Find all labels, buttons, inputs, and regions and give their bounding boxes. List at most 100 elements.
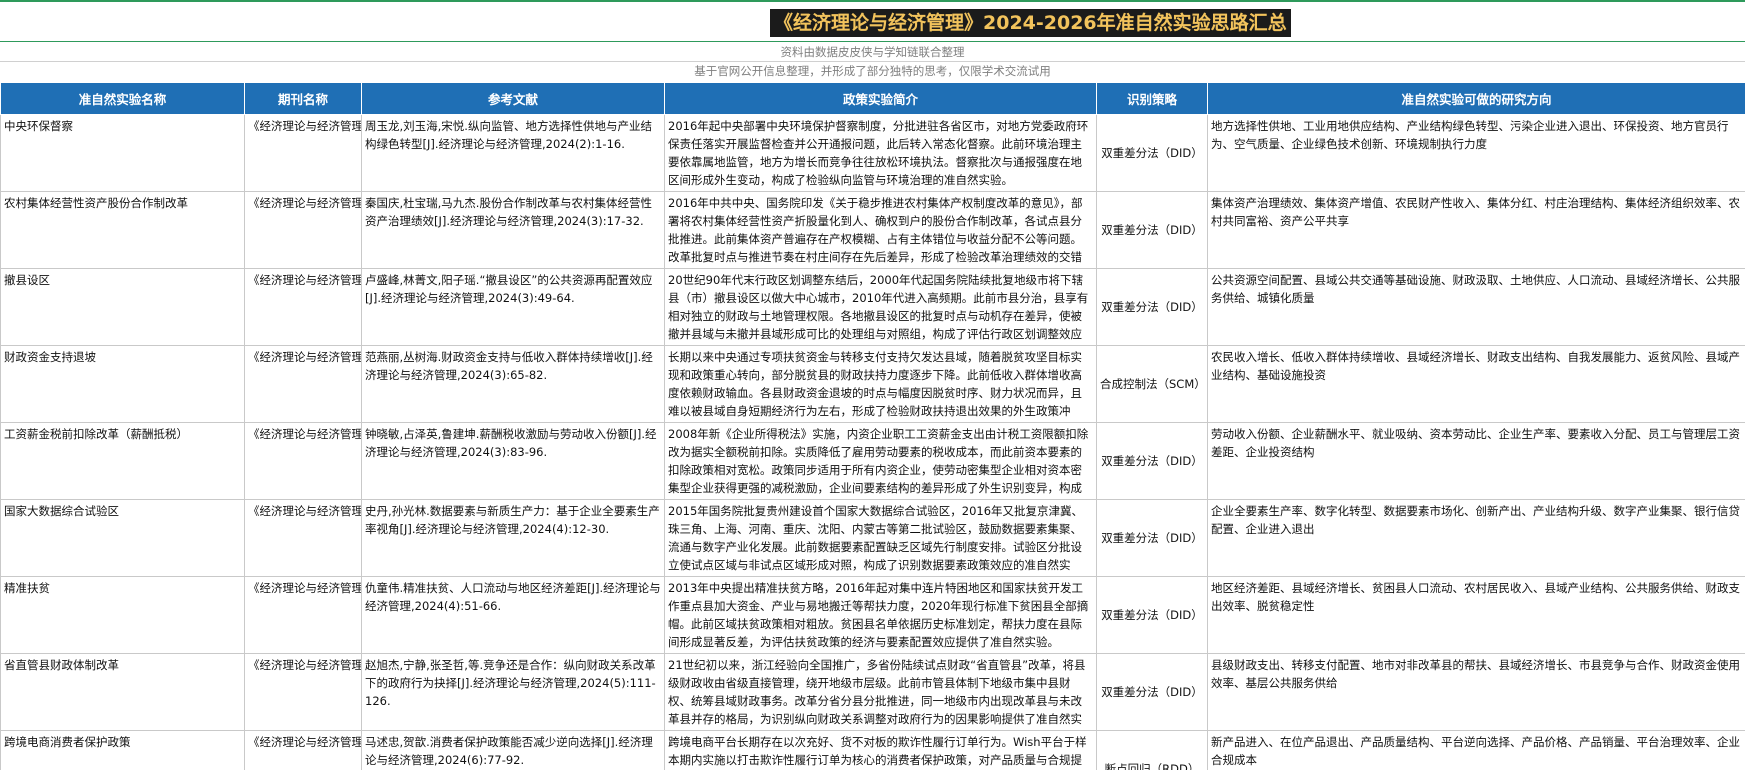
cell-name[interactable]: 中央环保督察 [0,114,245,192]
cell-reference-text: 卢盛峰,林菁文,阳子瑶.“撤县设区”的公共资源再配置效应[J].经济理论与经济管… [365,273,653,305]
cell-reference[interactable]: 钟晓敏,占泽英,鲁建坤.薪酬税收激励与劳动收入份额[J].经济理论与经济管理,2… [361,422,665,500]
cell-journal[interactable]: 《经济理论与经济管理》 [244,422,362,500]
table-row: 国家大数据综合试验区 《经济理论与经济管理》 史丹,孙光林.数据要素与新质生产力… [0,499,1745,577]
cell-intro-text: 2015年国务院批复贵州建设首个国家大数据综合试验区，2016年又批复京津冀、珠… [668,504,1084,572]
cell-intro-text: 20世纪90年代末行政区划调整东结后，2000年代起国务院陆续批复地级市将下辖县… [668,273,1089,341]
cell-journal[interactable]: 《经济理论与经济管理》 [244,499,362,577]
cell-directions[interactable]: 农民收入增长、低收入群体持续增收、县域经济增长、财政支出结构、自我发展能力、返贫… [1207,345,1745,423]
cell-reference[interactable]: 史丹,孙光林.数据要素与新质生产力：基于企业全要素生产率视角[J].经济理论与经… [361,499,665,577]
cell-name[interactable]: 国家大数据综合试验区 [0,499,245,577]
cell-intro-text: 2008年新《企业所得税法》实施，内资企业职工工资薪金支出由计税工资限额扣除改为… [668,427,1089,495]
cell-directions-text: 劳动收入份额、企业薪酬水平、就业吸纳、资本劳动比、企业生产率、要素收入分配、员工… [1211,427,1740,459]
cell-directions-text: 新产品进入、在位产品退出、产品质量结构、平台逆向选择、产品价格、产品销量、平台治… [1211,735,1740,767]
cell-directions[interactable]: 劳动收入份额、企业薪酬水平、就业吸纳、资本劳动比、企业生产率、要素收入分配、员工… [1207,422,1745,500]
cell-strategy[interactable]: 双重差分法（DID） [1096,422,1208,500]
cell-intro[interactable]: 2016年中共中央、国务院印发《关于稳步推进农村集体产权制度改革的意见》，部署将… [664,191,1097,269]
cell-intro[interactable]: 2015年国务院批复贵州建设首个国家大数据综合试验区，2016年又批复京津冀、珠… [664,499,1097,577]
header-row: 准自然实验名称 期刊名称 参考文献 政策实验简介 识别策略 准自然实验可做的研究… [0,82,1745,115]
cell-name[interactable]: 工资薪金税前扣除改革（薪酬抵税） [0,422,245,500]
table-row: 工资薪金税前扣除改革（薪酬抵税） 《经济理论与经济管理》 钟晓敏,占泽英,鲁建坤… [0,422,1745,500]
cell-journal[interactable]: 《经济理论与经济管理》 [244,576,362,654]
table-row: 中央环保督察 《经济理论与经济管理》 周玉龙,刘玉海,宋悦.纵向监管、地方选择性… [0,114,1745,192]
cell-journal[interactable]: 《经济理论与经济管理》 [244,653,362,731]
table-row: 精准扶贫 《经济理论与经济管理》 仇童伟.精准扶贫、人口流动与地区经济差距[J]… [0,576,1745,654]
cell-intro-text: 21世纪初以来，浙江经验向全国推广，多省份陆续试点财政“省直管县”改革，将县级财… [668,658,1086,726]
cell-intro[interactable]: 跨境电商平台长期存在以次充好、货不对板的欺诈性履行订单行为。Wish平台于样本期… [664,730,1097,770]
cell-reference[interactable]: 赵旭杰,宁静,张圣哲,等.竞争还是合作：纵向财政关系改革下的政府行为抉择[J].… [361,653,665,731]
cell-name[interactable]: 省直管县财政体制改革 [0,653,245,731]
spreadsheet-view: 《经济理论与经济管理》2024-2026年准自然实验思路汇总 资料由数据皮皮侠与… [0,0,1745,770]
cell-directions-text: 地方选择性供地、工业用地供应结构、产业结构绿色转型、污染企业进入退出、环保投资、… [1211,119,1729,151]
table-row: 撤县设区 《经济理论与经济管理》 卢盛峰,林菁文,阳子瑶.“撤县设区”的公共资源… [0,268,1745,346]
cell-intro-text: 跨境电商平台长期存在以次充好、货不对板的欺诈性履行订单行为。Wish平台于样本期… [668,735,1087,767]
cell-strategy[interactable]: 双重差分法（DID） [1096,653,1208,731]
cell-intro-text: 长期以来中央通过专项扶贫资金与转移支付支持欠发达县域，随着脱贫攻坚目标实现和政策… [668,350,1082,418]
cell-intro-text: 2016年起中央部署中央环境保护督察制度，分批进驻各省区市，对地方党委政府环保责… [668,119,1089,187]
cell-name[interactable]: 精准扶贫 [0,576,245,654]
cell-strategy[interactable]: 双重差分法（DID） [1096,114,1208,192]
cell-directions[interactable]: 地方选择性供地、工业用地供应结构、产业结构绿色转型、污染企业进入退出、环保投资、… [1207,114,1745,192]
cell-reference-text: 史丹,孙光林.数据要素与新质生产力：基于企业全要素生产率视角[J].经济理论与经… [365,504,660,536]
cell-name[interactable]: 农村集体经营性资产股份合作制改革 [0,191,245,269]
cell-reference-text: 仇童伟.精准扶贫、人口流动与地区经济差距[J].经济理论与经济管理,2024(4… [365,581,661,613]
experiment-table: 准自然实验名称 期刊名称 参考文献 政策实验简介 识别策略 准自然实验可做的研究… [0,82,1745,770]
table-row: 省直管县财政体制改革 《经济理论与经济管理》 赵旭杰,宁静,张圣哲,等.竞争还是… [0,653,1745,731]
cell-directions[interactable]: 县级财政支出、转移支付配置、地市对非改革县的帮扶、县域经济增长、市县竞争与合作、… [1207,653,1745,731]
cell-journal[interactable]: 《经济理论与经济管理》 [244,114,362,192]
cell-intro[interactable]: 长期以来中央通过专项扶贫资金与转移支付支持欠发达县域，随着脱贫攻坚目标实现和政策… [664,345,1097,423]
col-header-reference[interactable]: 参考文献 [361,82,665,115]
table-row: 财政资金支持退坡 《经济理论与经济管理》 范燕丽,丛树海.财政资金支持与低收入群… [0,345,1745,423]
cell-reference[interactable]: 周玉龙,刘玉海,宋悦.纵向监管、地方选择性供地与产业结构绿色转型[J].经济理论… [361,114,665,192]
col-header-strategy[interactable]: 识别策略 [1096,82,1208,115]
cell-strategy[interactable]: 断点回归（RDD） [1096,730,1208,770]
cell-reference-text: 钟晓敏,占泽英,鲁建坤.薪酬税收激励与劳动收入份额[J].经济理论与经济管理,2… [365,427,657,459]
source-note: 资料由数据皮皮侠与学知链联合整理 [0,43,1745,62]
cell-intro[interactable]: 21世纪初以来，浙江经验向全国推广，多省份陆续试点财政“省直管县”改革，将县级财… [664,653,1097,731]
page-title: 《经济理论与经济管理》2024-2026年准自然实验思路汇总 [770,9,1291,37]
cell-directions-text: 企业全要素生产率、数字化转型、数据要素市场化、创新产出、产业结构升级、数字产业集… [1211,504,1740,536]
col-header-journal[interactable]: 期刊名称 [244,82,362,115]
col-header-intro[interactable]: 政策实验简介 [664,82,1097,115]
usage-note: 基于官网公开信息整理，并形成了部分独特的思考，仅限学术交流试用 [694,64,1051,78]
cell-journal[interactable]: 《经济理论与经济管理》 [244,345,362,423]
title-row: 《经济理论与经济管理》2024-2026年准自然实验思路汇总 [0,2,1745,42]
cell-intro[interactable]: 2013年中央提出精准扶贫方略，2016年起对集中连片特困地区和国家扶贫开发工作… [664,576,1097,654]
cell-intro-text: 2013年中央提出精准扶贫方略，2016年起对集中连片特困地区和国家扶贫开发工作… [668,581,1089,649]
cell-journal[interactable]: 《经济理论与经济管理》 [244,730,362,770]
cell-strategy[interactable]: 双重差分法（DID） [1096,191,1208,269]
cell-reference-text: 范燕丽,丛树海.财政资金支持与低收入群体持续增收[J].经济理论与经济管理,20… [365,350,653,382]
col-header-directions[interactable]: 准自然实验可做的研究方向 [1207,82,1745,115]
cell-directions[interactable]: 集体资产治理绩效、集体资产增值、农民财产性收入、集体分红、村庄治理结构、集体经济… [1207,191,1745,269]
cell-reference[interactable]: 范燕丽,丛树海.财政资金支持与低收入群体持续增收[J].经济理论与经济管理,20… [361,345,665,423]
cell-strategy[interactable]: 双重差分法（DID） [1096,499,1208,577]
cell-name[interactable]: 财政资金支持退坡 [0,345,245,423]
cell-intro[interactable]: 20世纪90年代末行政区划调整东结后，2000年代起国务院陆续批复地级市将下辖县… [664,268,1097,346]
cell-intro-text: 2016年中共中央、国务院印发《关于稳步推进农村集体产权制度改革的意见》，部署将… [668,196,1083,264]
cell-reference-text: 马述忠,贺歆.消费者保护政策能否减少逆向选择[J].经济理论与经济管理,2024… [365,735,653,767]
col-header-name[interactable]: 准自然实验名称 [0,82,245,115]
cell-strategy[interactable]: 双重差分法（DID） [1096,576,1208,654]
cell-reference[interactable]: 仇童伟.精准扶贫、人口流动与地区经济差距[J].经济理论与经济管理,2024(4… [361,576,665,654]
cell-name[interactable]: 撤县设区 [0,268,245,346]
cell-reference-text: 秦国庆,杜宝瑞,马九杰.股份合作制改革与农村集体经营性资产治理绩效[J].经济理… [365,196,652,228]
cell-strategy[interactable]: 合成控制法（SCM） [1096,345,1208,423]
table-row: 农村集体经营性资产股份合作制改革 《经济理论与经济管理》 秦国庆,杜宝瑞,马九杰… [0,191,1745,269]
cell-directions[interactable]: 新产品进入、在位产品退出、产品质量结构、平台逆向选择、产品价格、产品销量、平台治… [1207,730,1745,770]
table-row: 跨境电商消费者保护政策 《经济理论与经济管理》 马述忠,贺歆.消费者保护政策能否… [0,730,1745,770]
cell-strategy[interactable]: 双重差分法（DID） [1096,268,1208,346]
cell-journal[interactable]: 《经济理论与经济管理》 [244,268,362,346]
cell-reference-text: 周玉龙,刘玉海,宋悦.纵向监管、地方选择性供地与产业结构绿色转型[J].经济理论… [365,119,652,151]
cell-directions[interactable]: 企业全要素生产率、数字化转型、数据要素市场化、创新产出、产业结构升级、数字产业集… [1207,499,1745,577]
cell-journal[interactable]: 《经济理论与经济管理》 [244,191,362,269]
cell-name[interactable]: 跨境电商消费者保护政策 [0,730,245,770]
cell-directions[interactable]: 公共资源空间配置、县域公共交通等基础设施、财政汲取、土地供应、人口流动、县域经济… [1207,268,1745,346]
cell-reference-text: 赵旭杰,宁静,张圣哲,等.竞争还是合作：纵向财政关系改革下的政府行为抉择[J].… [365,658,656,708]
cell-reference[interactable]: 马述忠,贺歆.消费者保护政策能否减少逆向选择[J].经济理论与经济管理,2024… [361,730,665,770]
cell-reference[interactable]: 秦国庆,杜宝瑞,马九杰.股份合作制改革与农村集体经营性资产治理绩效[J].经济理… [361,191,665,269]
cell-directions-text: 县级财政支出、转移支付配置、地市对非改革县的帮扶、县域经济增长、市县竞争与合作、… [1211,658,1740,690]
cell-directions-text: 公共资源空间配置、县域公共交通等基础设施、财政汲取、土地供应、人口流动、县域经济… [1211,273,1740,305]
cell-intro[interactable]: 2016年起中央部署中央环境保护督察制度，分批进驻各省区市，对地方党委政府环保责… [664,114,1097,192]
cell-reference[interactable]: 卢盛峰,林菁文,阳子瑶.“撤县设区”的公共资源再配置效应[J].经济理论与经济管… [361,268,665,346]
cell-directions[interactable]: 地区经济差距、县域经济增长、贫困县人口流动、农村居民收入、县域产业结构、公共服务… [1207,576,1745,654]
cell-intro[interactable]: 2008年新《企业所得税法》实施，内资企业职工工资薪金支出由计税工资限额扣除改为… [664,422,1097,500]
